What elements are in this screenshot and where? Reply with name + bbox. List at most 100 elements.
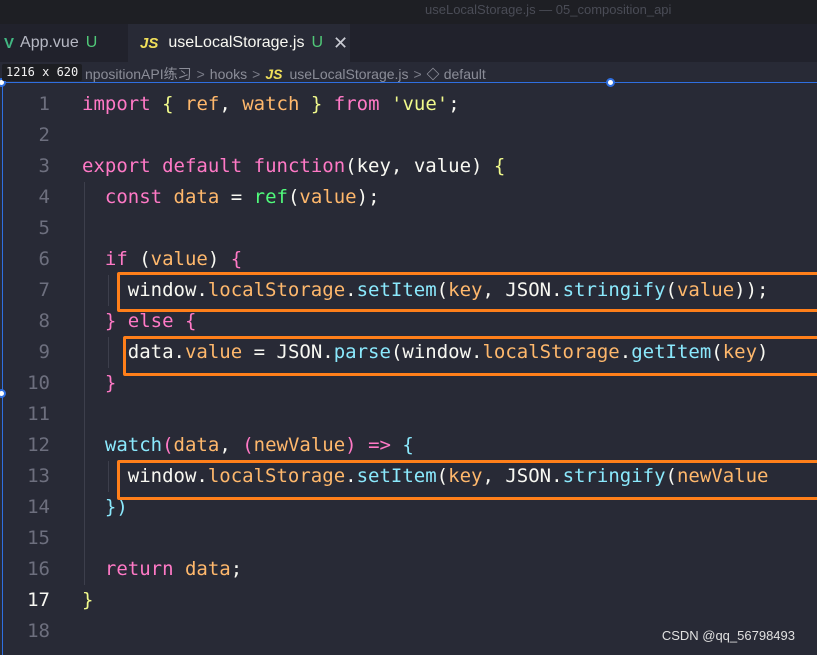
- code-line[interactable]: 1 import { ref, watch } from 'vue';: [0, 89, 817, 120]
- code-token: .: [551, 279, 563, 301]
- indent-guide: [84, 399, 85, 430]
- code-token: .: [173, 341, 185, 363]
- code-token: {: [162, 93, 174, 115]
- code-token: value: [676, 279, 735, 301]
- tab-uselocalstorage-js[interactable]: JS useLocalStorage.js U ✕: [128, 24, 350, 62]
- code-token: (window.: [390, 341, 483, 363]
- code-line[interactable]: 6 if (value) {: [0, 244, 817, 275]
- code-token: JSON: [276, 341, 323, 363]
- line-number: 1: [38, 93, 50, 115]
- code-token: key: [356, 155, 391, 177]
- breadcrumb-item-folder[interactable]: npositionAPI练习: [85, 64, 192, 84]
- code-line[interactable]: 14 }): [0, 492, 817, 523]
- code-token: ;: [230, 558, 243, 580]
- code-line[interactable]: 15: [0, 523, 817, 554]
- code-token: (: [665, 279, 677, 301]
- tab-app-vue[interactable]: V App.vue U: [0, 24, 128, 62]
- close-icon[interactable]: ✕: [333, 33, 348, 54]
- js-icon: JS: [265, 66, 283, 82]
- code-text: }: [82, 368, 116, 399]
- code-line[interactable]: 2: [0, 120, 817, 151]
- code-token: window: [127, 465, 197, 487]
- line-number: 2: [38, 124, 50, 146]
- code-token: (: [711, 341, 723, 363]
- line-number: 4: [38, 186, 50, 208]
- code-line[interactable]: 11: [0, 399, 817, 430]
- code-line[interactable]: 7 window.localStorage.setItem(key, JSON.…: [0, 275, 817, 306]
- code-token: (: [242, 434, 254, 456]
- code-token: (: [345, 155, 357, 177]
- line-number: 17: [27, 589, 50, 611]
- line-number: 8: [38, 310, 50, 332]
- code-token: setItem: [356, 279, 437, 301]
- code-token: 'vue': [391, 93, 449, 115]
- code-token: {: [230, 248, 243, 270]
- code-line[interactable]: 12 watch(data, (newValue) => {: [0, 430, 817, 461]
- js-icon: JS: [140, 34, 159, 52]
- code-token: const: [104, 186, 163, 208]
- code-line[interactable]: 16 return data;: [0, 554, 817, 585]
- code-token: }): [104, 496, 128, 518]
- code-token: function: [253, 155, 346, 177]
- code-line[interactable]: 9 data.value = JSON.parse(window.localSt…: [0, 337, 817, 368]
- window-title: useLocalStorage.js — 05_composition_api: [425, 2, 672, 17]
- code-line[interactable]: 17}: [0, 585, 817, 616]
- code-token: }: [82, 589, 94, 611]
- code-text: } else {: [82, 306, 197, 337]
- chevron-right-icon: >: [413, 66, 422, 82]
- code-line[interactable]: 4 const data = ref(value);: [0, 182, 817, 213]
- code-token: key: [722, 341, 758, 363]
- line-number: 14: [27, 496, 50, 518]
- code-token: ): [757, 341, 769, 363]
- code-text: window.localStorage.setItem(key, JSON.st…: [82, 461, 769, 492]
- code-token: ref: [185, 93, 220, 115]
- code-token: .: [322, 341, 334, 363]
- line-number: 16: [27, 558, 50, 580]
- code-line[interactable]: 3 export default function(key, value) {: [0, 151, 817, 182]
- code-token: .: [551, 465, 563, 487]
- code-token: watch: [104, 434, 163, 456]
- breadcrumb-item-hooks[interactable]: hooks: [210, 66, 247, 82]
- code-text: }: [82, 585, 93, 616]
- breadcrumb: npositionAPI练习 > hooks > JS useLocalStor…: [0, 62, 817, 86]
- code-token: value: [150, 248, 208, 270]
- cube-icon: [426, 67, 440, 81]
- breadcrumb-item-file[interactable]: useLocalStorage.js: [289, 66, 408, 82]
- code-line[interactable]: 10 }: [0, 368, 817, 399]
- code-token: (: [287, 186, 300, 208]
- code-token: stringify: [562, 279, 666, 301]
- code-token: localStorage: [482, 341, 620, 363]
- indent-guide: [84, 523, 85, 554]
- code-token: else: [127, 310, 174, 332]
- code-token: newValue: [253, 434, 346, 456]
- tab-label: useLocalStorage.js: [168, 34, 305, 51]
- code-line[interactable]: 8 } else {: [0, 306, 817, 337]
- code-text: return data;: [82, 554, 242, 585]
- breadcrumb-item-symbol[interactable]: default: [444, 66, 486, 82]
- line-number: 15: [27, 527, 50, 549]
- code-line[interactable]: 13 window.localStorage.setItem(key, JSON…: [0, 461, 817, 492]
- line-number: 13: [27, 465, 50, 487]
- code-token: ));: [734, 279, 769, 301]
- code-line[interactable]: 5: [0, 213, 817, 244]
- code-token: localStorage: [207, 279, 346, 301]
- code-token: {: [185, 310, 197, 332]
- code-token: (: [665, 465, 677, 487]
- code-editor[interactable]: 1 import { ref, watch } from 'vue'; 2 3 expo…: [0, 86, 817, 655]
- code-token: key: [448, 279, 483, 301]
- selection-handle[interactable]: [606, 78, 615, 87]
